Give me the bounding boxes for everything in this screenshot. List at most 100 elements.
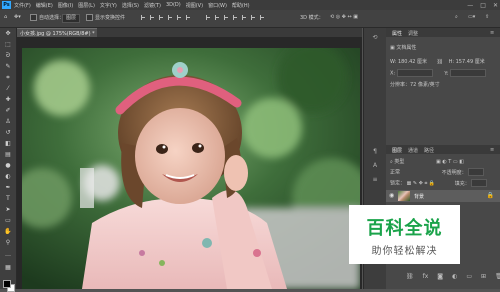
move-tool-preset-icon[interactable]: ✥▾ bbox=[14, 14, 21, 20]
move-icon[interactable]: ✥ bbox=[4, 30, 12, 37]
new-layer-icon[interactable]: ⊞ bbox=[481, 273, 486, 280]
watermark-title: 百科全说 bbox=[366, 218, 443, 239]
menu-image[interactable]: 图像(I) bbox=[58, 2, 73, 9]
gradient-icon[interactable]: ▤ bbox=[4, 151, 12, 158]
tab-paths[interactable]: 路径 bbox=[424, 147, 434, 154]
canvas-image[interactable] bbox=[22, 48, 360, 289]
brush-settings-icon[interactable]: ≡ bbox=[371, 176, 379, 183]
align-bottom-icon[interactable] bbox=[185, 14, 191, 21]
filter-icons[interactable]: ▣ ◐ T ▭ ◧ bbox=[436, 159, 464, 165]
crop-icon[interactable]: ⌗ bbox=[4, 74, 12, 81]
filter-row: ⌕ 类型 ▣ ◐ T ▭ ◧ bbox=[390, 158, 464, 165]
fx-icon[interactable]: fx bbox=[423, 273, 429, 280]
x-field[interactable] bbox=[396, 69, 433, 77]
brush-icon[interactable]: ✐ bbox=[4, 107, 12, 114]
more-tools-icon[interactable]: … bbox=[4, 251, 12, 258]
align-right-icon[interactable] bbox=[158, 14, 164, 21]
tab-properties[interactable]: 属性 bbox=[392, 30, 402, 37]
mask-icon[interactable]: ◙ bbox=[437, 273, 443, 280]
menu-help[interactable]: 帮助(H) bbox=[232, 2, 250, 9]
share-icon[interactable]: ⇪ bbox=[485, 14, 489, 20]
foreground-color-swatch[interactable] bbox=[3, 280, 11, 288]
paragraph-icon[interactable]: ¶ bbox=[371, 148, 379, 155]
auto-select-dropdown[interactable]: 图层 bbox=[62, 14, 81, 23]
h-value[interactable]: 157.49 厘米 bbox=[456, 59, 485, 65]
menu-select[interactable]: 选择(S) bbox=[122, 2, 139, 9]
menu-view[interactable]: 视图(V) bbox=[186, 2, 203, 9]
home-icon[interactable]: ⌂ bbox=[4, 14, 7, 20]
menu-file[interactable]: 文件(F) bbox=[14, 2, 31, 9]
healing-icon[interactable]: ✚ bbox=[4, 96, 12, 103]
tab-adjustments[interactable]: 调整 bbox=[408, 30, 418, 37]
group-icon[interactable]: ▭ bbox=[466, 273, 472, 280]
link-layers-icon[interactable]: ⛓ bbox=[406, 273, 414, 280]
eyedropper-icon[interactable]: ⁄ bbox=[4, 85, 12, 92]
shape-icon[interactable]: ▭ bbox=[4, 217, 12, 224]
maximize-button[interactable]: □ bbox=[480, 2, 486, 9]
history-icon[interactable]: ⟲ bbox=[371, 34, 379, 41]
adjustment-icon[interactable]: ◐ bbox=[452, 273, 457, 280]
quick-select-icon[interactable]: ✎ bbox=[4, 63, 12, 70]
align-top-icon[interactable] bbox=[167, 14, 173, 21]
blend-row: 正常 不透明度： bbox=[390, 168, 485, 176]
eraser-icon[interactable]: ◧ bbox=[4, 140, 12, 147]
opacity-field[interactable] bbox=[468, 168, 485, 176]
y-field[interactable] bbox=[449, 69, 486, 77]
edit-toolbar-icon[interactable]: ▦ bbox=[4, 264, 12, 271]
3d-mode-label: 3D 模式： bbox=[300, 15, 324, 21]
type-icon[interactable]: T bbox=[4, 195, 12, 202]
distribute-left-icon[interactable] bbox=[232, 14, 238, 21]
link-icon[interactable]: ⛓ bbox=[437, 59, 443, 65]
menu-edit[interactable]: 编辑(E) bbox=[36, 2, 53, 9]
lasso-icon[interactable]: ᘐ bbox=[4, 52, 12, 59]
search-icon[interactable]: ⌕ bbox=[455, 14, 458, 20]
pen-icon[interactable]: ✒ bbox=[4, 184, 12, 191]
blur-icon[interactable]: ● bbox=[4, 162, 12, 169]
tab-layers[interactable]: 图层 bbox=[392, 147, 402, 154]
lock-icon: 🔒 bbox=[486, 192, 494, 199]
menu-filter[interactable]: 滤镜(T) bbox=[144, 2, 161, 9]
workspace-icon[interactable]: ▭▾ bbox=[468, 14, 475, 20]
menu-window[interactable]: 窗口(W) bbox=[208, 2, 227, 9]
distribute-top-icon[interactable] bbox=[205, 14, 211, 21]
stamp-icon[interactable]: ♙ bbox=[4, 118, 12, 125]
menu-3d[interactable]: 3D(D) bbox=[166, 2, 181, 8]
menu-type[interactable]: 文字(Y) bbox=[100, 2, 117, 9]
hand-icon[interactable]: ✋ bbox=[4, 228, 12, 235]
auto-align-icon[interactable] bbox=[259, 14, 265, 21]
filter-kind-label[interactable]: 类型 bbox=[394, 159, 404, 165]
close-button[interactable]: ✕ bbox=[493, 2, 498, 9]
eye-icon[interactable]: ◉ bbox=[389, 192, 394, 199]
auto-select-checkbox[interactable]: 自动选择： bbox=[30, 14, 64, 21]
lock-icons[interactable]: ▦ ✎ ✥ ⌗ 🔒 bbox=[407, 181, 436, 187]
distribute-bottom-icon[interactable] bbox=[223, 14, 229, 21]
dodge-icon[interactable]: ◐ bbox=[4, 173, 12, 180]
trash-icon[interactable]: 🗑 bbox=[495, 273, 500, 280]
marquee-icon[interactable]: ⬚ bbox=[4, 41, 12, 48]
fill-field[interactable] bbox=[471, 179, 488, 187]
align-left-icon[interactable] bbox=[140, 14, 146, 21]
layer-name[interactable]: 背景 bbox=[414, 193, 424, 200]
w-value[interactable]: 180.42 厘米 bbox=[398, 59, 427, 65]
zoom-icon[interactable]: ⚲ bbox=[4, 239, 12, 246]
distribute-hcenter-icon[interactable] bbox=[241, 14, 247, 21]
history-brush-icon[interactable]: ↺ bbox=[4, 129, 12, 136]
distribute-buttons bbox=[205, 14, 265, 21]
panel-menu-icon[interactable]: ≡ bbox=[490, 30, 494, 36]
blend-mode-dropdown[interactable]: 正常 bbox=[390, 170, 400, 176]
y-label: Y: bbox=[444, 70, 449, 77]
layers-menu-icon[interactable]: ≡ bbox=[490, 147, 494, 153]
3d-rotate-icon[interactable]: ⟲ ◎ ✥ ↔ ▣ bbox=[330, 14, 358, 20]
path-select-icon[interactable]: ➤ bbox=[4, 206, 12, 213]
menu-layer[interactable]: 图层(L) bbox=[78, 2, 95, 9]
distribute-vcenter-icon[interactable] bbox=[214, 14, 220, 21]
align-vcenter-icon[interactable] bbox=[176, 14, 182, 21]
minimize-button[interactable]: — bbox=[467, 2, 473, 9]
filter-kind-icon[interactable]: ⌕ bbox=[390, 159, 393, 165]
show-transform-checkbox[interactable]: 显示变换控件 bbox=[86, 14, 125, 21]
layer-row-background[interactable]: ◉ 背景 🔒 bbox=[386, 190, 500, 202]
tab-channels[interactable]: 通道 bbox=[408, 147, 418, 154]
align-hcenter-icon[interactable] bbox=[149, 14, 155, 21]
distribute-right-icon[interactable] bbox=[250, 14, 256, 21]
character-icon[interactable]: A bbox=[371, 162, 379, 169]
